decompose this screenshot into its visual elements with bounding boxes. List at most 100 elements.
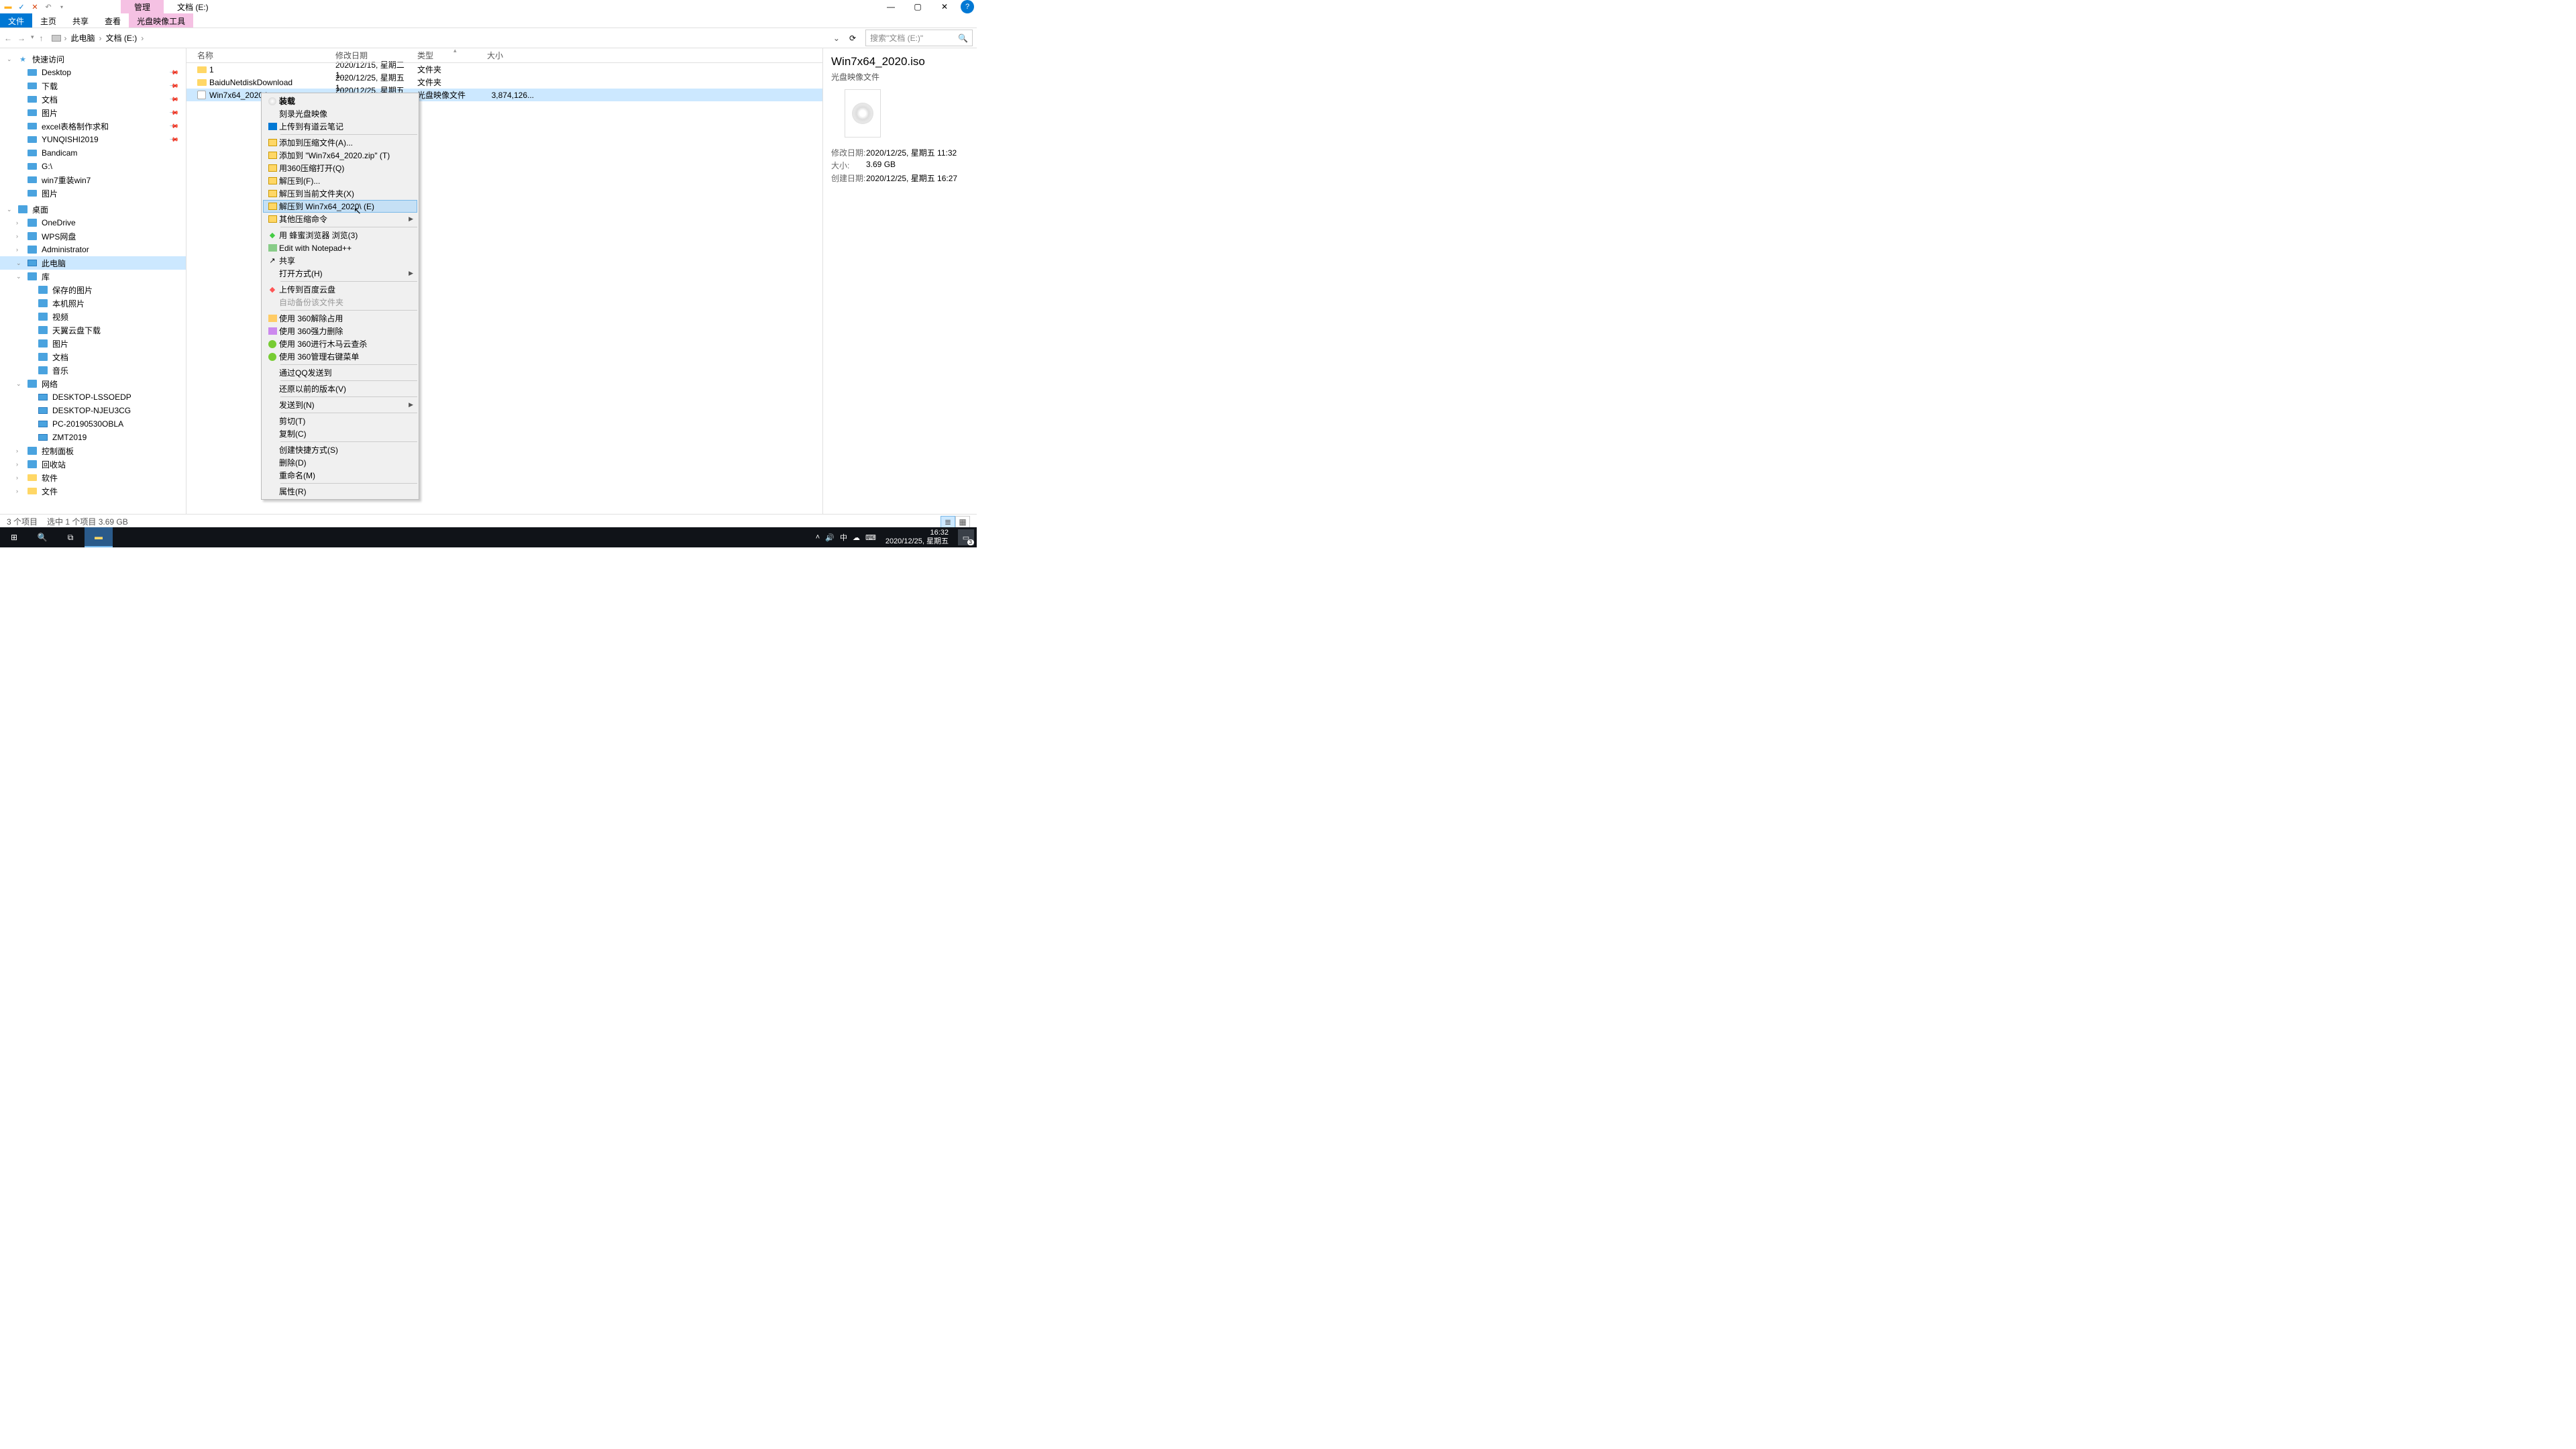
address-dropdown-icon[interactable]: ⌄ (829, 34, 844, 43)
context-menu-item[interactable]: 使用 360强力删除 (263, 325, 417, 337)
tree-item[interactable]: PC-20190530OBLA (0, 417, 186, 431)
tree-item[interactable]: 文档📌 (0, 93, 186, 106)
maximize-button[interactable]: ▢ (904, 0, 931, 13)
tree-item[interactable]: 本机照片 (0, 297, 186, 310)
context-menu-item[interactable]: 使用 360进行木马云查杀 (263, 337, 417, 350)
context-menu-item[interactable]: 其他压缩命令▶ (263, 213, 417, 225)
context-menu-item[interactable]: 解压到(F)... (263, 174, 417, 187)
column-name[interactable]: 名称 (186, 50, 335, 61)
help-button[interactable]: ? (961, 0, 974, 13)
ribbon-tab-file[interactable]: 文件 (0, 13, 32, 28)
file-row[interactable]: BaiduNetdiskDownload2020/12/25, 星期五 1...… (186, 76, 822, 89)
qat-delete-icon[interactable]: ✕ (30, 1, 40, 12)
tree-item[interactable]: 图片 (0, 186, 186, 200)
qat-dropdown-icon[interactable]: ▾ (56, 1, 67, 12)
context-menu-item[interactable]: 使用 360解除占用 (263, 312, 417, 325)
history-dropdown-icon[interactable]: ▾ (31, 34, 34, 43)
tree-item[interactable]: Bandicam (0, 146, 186, 160)
tree-item[interactable]: 下载📌 (0, 79, 186, 93)
context-menu-item[interactable]: 上传到有道云笔记 (263, 120, 417, 133)
context-menu-item[interactable]: 刻录光盘映像 (263, 107, 417, 120)
tree-item[interactable]: 保存的图片 (0, 283, 186, 297)
context-menu-item[interactable]: 添加到压缩文件(A)... (263, 136, 417, 149)
qat-undo-icon[interactable]: ↶ (43, 1, 54, 12)
tree-item[interactable]: 图片 (0, 337, 186, 350)
context-menu-item[interactable]: 用360压缩打开(Q) (263, 162, 417, 174)
tree-item[interactable]: G:\ (0, 160, 186, 173)
tree-item[interactable]: ZMT2019 (0, 431, 186, 444)
refresh-button[interactable]: ⟳ (844, 34, 861, 43)
tray-sync-icon[interactable]: ☁ (853, 533, 860, 542)
context-menu[interactable]: 装载刻录光盘映像上传到有道云笔记添加到压缩文件(A)...添加到 "Win7x6… (261, 93, 419, 500)
navigation-tree[interactable]: ⌄★快速访问Desktop📌下载📌文档📌图片📌excel表格制作求和📌YUNQI… (0, 48, 186, 514)
context-menu-item[interactable]: 还原以前的版本(V) (263, 382, 417, 395)
tree-item[interactable]: YUNQISHI2019📌 (0, 133, 186, 146)
chevron-right-icon[interactable]: › (99, 34, 102, 43)
context-menu-item[interactable]: ↗共享 (263, 254, 417, 267)
tree-item[interactable]: DESKTOP-LSSOEDP (0, 390, 186, 404)
search-icon[interactable]: 🔍 (958, 34, 968, 43)
ribbon-tab-disc-tool[interactable]: 光盘映像工具 (129, 13, 193, 28)
tree-desktop[interactable]: ⌄桌面 (0, 203, 186, 216)
up-button[interactable]: ↑ (40, 34, 44, 43)
column-date[interactable]: 修改日期 (335, 50, 417, 61)
context-menu-item[interactable]: 打开方式(H)▶ (263, 267, 417, 280)
qat-save-icon[interactable]: ✓ (16, 1, 27, 12)
context-menu-item[interactable]: 发送到(N)▶ (263, 398, 417, 411)
task-view-button[interactable]: ⧉ (56, 527, 85, 547)
context-menu-item[interactable]: 复制(C) (263, 427, 417, 440)
search-button[interactable]: 🔍 (28, 527, 56, 547)
tree-item[interactable]: 文档 (0, 350, 186, 364)
start-button[interactable]: ⊞ (0, 527, 28, 547)
context-menu-item[interactable]: 解压到当前文件夹(X) (263, 187, 417, 200)
file-row[interactable]: 12020/12/15, 星期二 1...文件夹 (186, 63, 822, 76)
column-type[interactable]: 类型 (417, 50, 487, 61)
tree-item[interactable]: 天翼云盘下载 (0, 323, 186, 337)
ribbon-tab-view[interactable]: 查看 (97, 13, 129, 28)
tree-item[interactable]: ›软件 (0, 471, 186, 484)
context-menu-item[interactable]: 剪切(T) (263, 415, 417, 427)
tree-item[interactable]: ›回收站 (0, 458, 186, 471)
tree-item[interactable]: ›Administrator (0, 243, 186, 256)
tree-item[interactable]: ›OneDrive (0, 216, 186, 229)
context-menu-item[interactable]: 删除(D) (263, 456, 417, 469)
context-menu-item[interactable]: Edit with Notepad++ (263, 241, 417, 254)
close-button[interactable]: ✕ (931, 0, 958, 13)
tree-quick-access[interactable]: ⌄★快速访问 (0, 52, 186, 66)
tree-item[interactable]: Desktop📌 (0, 66, 186, 79)
minimize-button[interactable]: — (877, 0, 904, 13)
tree-item[interactable]: ›WPS网盘 (0, 229, 186, 243)
tray-ime[interactable]: 中 (840, 532, 847, 543)
context-menu-item[interactable]: ◆用 蜂蜜浏览器 浏览(3) (263, 229, 417, 241)
chevron-right-icon[interactable]: › (141, 34, 144, 43)
context-menu-item[interactable]: 通过QQ发送到 (263, 366, 417, 379)
tree-item[interactable]: win7重装win7 (0, 173, 186, 186)
icons-view-button[interactable]: ▦ (955, 516, 970, 528)
tree-item[interactable]: ›控制面板 (0, 444, 186, 458)
tree-item[interactable]: excel表格制作求和📌 (0, 119, 186, 133)
context-menu-item[interactable]: 添加到 "Win7x64_2020.zip" (T) (263, 149, 417, 162)
context-menu-item[interactable]: ◆上传到百度云盘 (263, 283, 417, 296)
tree-item[interactable]: ⌄网络 (0, 377, 186, 390)
breadcrumb-drive[interactable]: 文档 (E:) (105, 32, 139, 44)
chevron-right-icon[interactable]: › (64, 34, 67, 43)
title-tab-manage[interactable]: 管理 (121, 0, 164, 13)
forward-button[interactable]: → (17, 34, 25, 43)
tray-chevron-icon[interactable]: ˄ (816, 533, 820, 541)
tree-item[interactable]: DESKTOP-NJEU3CG (0, 404, 186, 417)
column-size[interactable]: 大小 (487, 50, 541, 61)
back-button[interactable]: ← (4, 34, 12, 43)
address-bar[interactable]: › 此电脑 › 文档 (E:) › (49, 30, 829, 46)
taskbar-clock[interactable]: 16:32 2020/12/25, 星期五 (881, 529, 953, 546)
context-menu-item[interactable]: 解压到 Win7x64_2020\ (E) (263, 200, 417, 213)
tray-volume-icon[interactable]: 🔊 (825, 533, 835, 542)
tree-item[interactable]: ⌄此电脑 (0, 256, 186, 270)
ribbon-tab-home[interactable]: 主页 (32, 13, 64, 28)
details-view-button[interactable]: ≣ (941, 516, 955, 528)
action-center-button[interactable]: ▭3 (958, 529, 974, 545)
tray-keyboard-icon[interactable]: ⌨ (865, 533, 876, 542)
context-menu-item[interactable]: 装载 (263, 95, 417, 107)
tree-item[interactable]: ⌄库 (0, 270, 186, 283)
tree-item[interactable]: 音乐 (0, 364, 186, 377)
tree-item[interactable]: 视频 (0, 310, 186, 323)
